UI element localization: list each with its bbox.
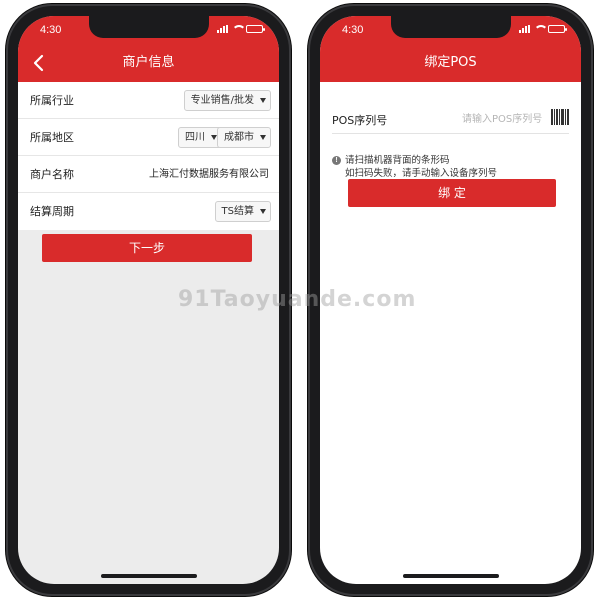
wifi-icon [232,25,246,33]
settlement-label: 结算周期 [30,205,74,218]
status-icons [519,25,567,33]
hint-text-1: 请扫描机器背面的条形码 [345,155,450,166]
nav-bar: 绑定POS [320,44,581,82]
caret-down-icon [260,209,266,214]
region-row: 所属地区 四川 成都市 [18,119,279,156]
merchant-name-value: 上海汇付数据服务有限公司 [149,169,269,180]
chevron-left-icon [33,54,44,72]
home-indicator[interactable] [100,574,197,578]
city-select-value: 成都市 [224,132,254,143]
industry-label: 所属行业 [30,94,74,107]
city-select[interactable]: 成都市 [217,127,271,148]
notch [88,16,209,38]
scan-hint: ! 请扫描机器背面的条形码 如扫码失败，请手动输入设备序列号 [332,154,569,180]
industry-select-value: 专业销售/批发 [190,95,254,106]
hint-line-1: ! 请扫描机器背面的条形码 [332,154,569,167]
region-label: 所属地区 [30,131,74,144]
barcode-scan-icon[interactable] [551,109,569,125]
province-select-value: 四川 [185,132,205,143]
nav-bar: 商户信息 [18,44,279,82]
signal-icon [519,25,530,33]
wifi-icon [534,25,548,33]
settlement-select[interactable]: TS结算 [214,201,271,222]
home-indicator[interactable] [402,574,499,578]
bind-button[interactable]: 绑 定 [348,179,556,207]
page-title: 商户信息 [122,55,175,70]
pos-serial-label: POS序列号 [332,114,388,127]
settlement-select-value: TS结算 [221,206,254,217]
caret-down-icon [260,98,266,103]
merchant-name-label: 商户名称 [30,168,74,181]
status-icons [217,25,265,33]
notch [390,16,511,38]
merchant-name-row: 商户名称 上海汇付数据服务有限公司 [18,156,279,193]
watermark: 91Taoyuande.com [178,287,417,312]
status-time: 4:30 [40,24,62,36]
signal-icon [217,25,228,33]
pos-serial-row: POS序列号 [332,104,569,134]
info-icon: ! [332,156,341,165]
merchant-form: 所属行业 专业销售/批发 所属地区 四川 成都市 商户名称 上海汇付数据服务有限… [18,82,279,230]
status-time: 4:30 [342,24,364,36]
industry-row: 所属行业 专业销售/批发 [18,82,279,119]
next-step-button[interactable]: 下一步 [42,234,252,262]
pos-serial-input[interactable] [462,111,558,127]
caret-down-icon [260,135,266,140]
industry-select[interactable]: 专业销售/批发 [183,90,271,111]
battery-icon [548,25,567,33]
back-button[interactable] [28,52,50,74]
settlement-row: 结算周期 TS结算 [18,193,279,230]
battery-icon [246,25,265,33]
page-title: 绑定POS [424,55,477,70]
province-select[interactable]: 四川 [178,127,222,148]
